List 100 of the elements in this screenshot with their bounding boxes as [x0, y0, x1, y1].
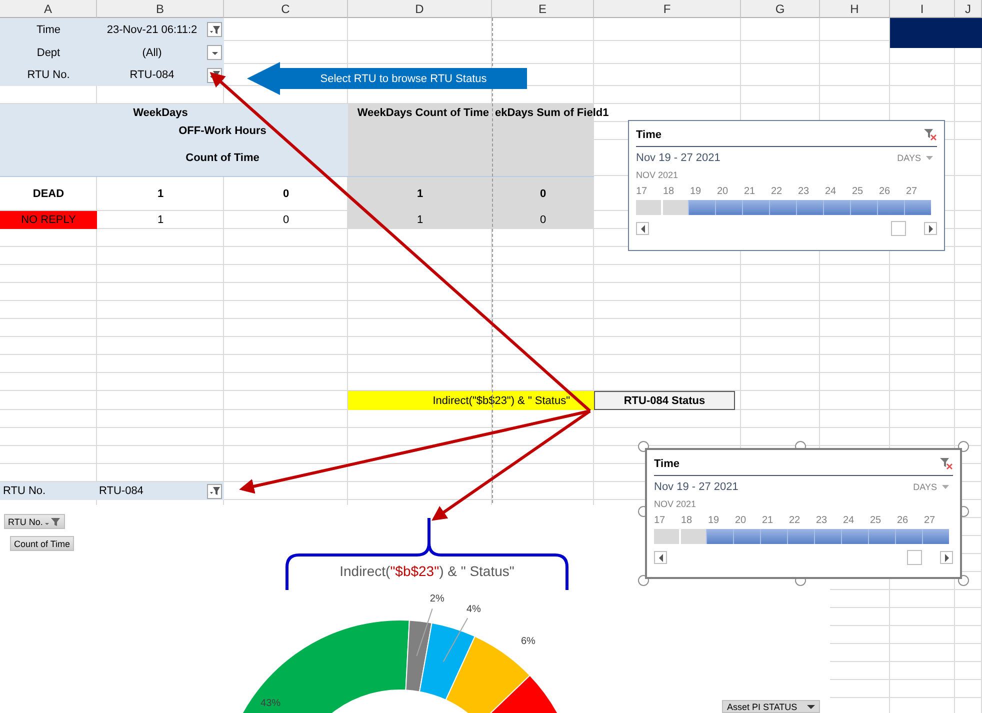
timeline-day-tile[interactable]	[688, 200, 715, 215]
scroll-thumb[interactable]	[907, 550, 922, 565]
month-label: NOV 2021	[654, 499, 698, 509]
day-label: 25	[852, 186, 864, 197]
column-header[interactable]: C	[224, 0, 348, 18]
day-label: 26	[879, 186, 892, 197]
day-label: 27	[924, 515, 936, 526]
timeline-day-tile[interactable]	[706, 529, 733, 544]
filter-icon	[210, 70, 220, 80]
field-button[interactable]: Count of Time	[10, 536, 74, 551]
timeline-day-tile[interactable]	[823, 200, 850, 215]
timeline-slicer[interactable]: Time Nov 19 - 27 2021 DAYS NOV 2021 17 18 19 20 21 22 23 24 25 26 27	[645, 448, 962, 579]
timeline-day-tile[interactable]	[654, 529, 679, 544]
timeline-day-tile[interactable]	[868, 529, 895, 544]
timeline-day-tile[interactable]	[796, 200, 823, 215]
filter-dropdown-button[interactable]	[207, 484, 222, 498]
filter-value: 23-Nov-21 06:11:2	[106, 24, 198, 36]
data-label: 6%	[521, 636, 536, 647]
time-level-dropdown[interactable]: DAYS	[913, 482, 953, 492]
data-label: 4%	[466, 604, 481, 615]
timeline-slicer[interactable]: Time Nov 19 - 27 2021 DAYS NOV 2021 17 18 19 20 21 22 23 24 25 26 27	[628, 120, 945, 251]
clear-filter-icon[interactable]	[924, 128, 937, 141]
timeline-day-tile[interactable]	[733, 529, 760, 544]
time-level-dropdown[interactable]: DAYS	[897, 153, 937, 163]
clear-filter-icon[interactable]	[940, 457, 953, 470]
month-label: NOV 2021	[636, 170, 680, 180]
column-header[interactable]: F	[594, 0, 741, 18]
day-label: 17	[654, 515, 666, 526]
timeline-day-tile[interactable]	[850, 200, 877, 215]
filter-value: RTU-084	[98, 485, 144, 497]
table-cell-text: 1	[156, 186, 165, 202]
filter-label: RTU No.	[26, 68, 71, 83]
timeline-day-tile[interactable]	[922, 529, 949, 544]
filter-value: RTU-084	[128, 69, 176, 81]
data-label: 43%	[260, 698, 281, 709]
pivot-value-field: Count of Time	[97, 140, 348, 176]
day-label: 19	[708, 515, 720, 526]
caret-icon	[807, 704, 815, 710]
timeline-day-tile[interactable]	[877, 200, 904, 215]
timeline-day-tile[interactable]	[787, 529, 814, 544]
left-triangle-icon	[658, 554, 664, 562]
day-label: 20	[735, 515, 748, 526]
row-label: DEAD	[32, 186, 66, 202]
table-cell-text: 0	[282, 186, 290, 202]
field-button[interactable]: RTU No.	[4, 514, 65, 529]
timeline-day-tile[interactable]	[895, 529, 922, 544]
slicer-title: Time	[636, 128, 662, 140]
timeline-day-tile[interactable]	[904, 200, 931, 215]
scroll-thumb[interactable]	[891, 221, 906, 236]
caret-icon	[942, 484, 949, 490]
filter-label: Time	[35, 22, 62, 38]
day-label: 27	[906, 186, 918, 197]
day-label: 26	[897, 515, 910, 526]
slicer-title: Time	[654, 458, 680, 470]
column-header[interactable]: E	[492, 0, 594, 18]
filter-dropdown-button[interactable]	[207, 22, 222, 37]
right-triangle-icon	[944, 554, 950, 562]
scroll-arrow-button[interactable]	[636, 222, 649, 235]
table-cell-text: 1	[156, 213, 165, 228]
day-label: 22	[771, 186, 784, 197]
column-header[interactable]: J	[955, 0, 982, 18]
scroll-arrow-button[interactable]	[924, 222, 937, 235]
leader-line	[442, 618, 468, 662]
formula-cell: Indirect("$b$23") & " Status"	[348, 391, 594, 410]
scroll-arrow-button[interactable]	[940, 551, 953, 564]
field-dropdown-button[interactable]: Asset PI STATUS	[722, 700, 820, 713]
day-label: 17	[636, 186, 648, 197]
day-label: 22	[789, 515, 802, 526]
day-label: 21	[744, 186, 756, 197]
column-header[interactable]: D	[348, 0, 492, 18]
timeline-day-tile[interactable]	[663, 200, 688, 215]
table-cell-text: 0	[282, 213, 290, 228]
caret-icon	[926, 156, 933, 160]
timeline-day-tile[interactable]	[715, 200, 742, 215]
column-header[interactable]: A	[0, 0, 97, 18]
filter-label: Dept	[36, 46, 62, 60]
filter-label: RTU No.	[2, 484, 47, 499]
table-cell-text: 1	[416, 213, 424, 228]
row-label: NO REPLY	[0, 211, 97, 229]
timeline-day-tile[interactable]	[636, 200, 661, 215]
scroll-arrow-button[interactable]	[654, 551, 667, 564]
table-cell-text: 1	[416, 186, 424, 202]
filter-icon	[210, 24, 220, 34]
day-label: 20	[717, 186, 730, 197]
timeline-day-tile[interactable]	[742, 200, 769, 215]
timeline-day-tile[interactable]	[760, 529, 787, 544]
column-header[interactable]: B	[97, 0, 224, 18]
table-cell-text: 0	[538, 186, 548, 202]
day-label: 23	[798, 186, 810, 197]
timeline-day-tile[interactable]	[814, 529, 841, 544]
timeline-day-tile[interactable]	[841, 529, 868, 544]
day-label: 18	[663, 186, 676, 197]
timeline-day-tile[interactable]	[681, 529, 706, 544]
timeline-day-tile[interactable]	[769, 200, 796, 215]
day-label: 21	[762, 515, 774, 526]
column-header[interactable]: H	[820, 0, 890, 18]
column-header[interactable]: G	[741, 0, 820, 18]
filter-value: (All)	[141, 46, 163, 58]
dropdown-button[interactable]	[207, 45, 222, 60]
column-header[interactable]: I	[890, 0, 955, 18]
